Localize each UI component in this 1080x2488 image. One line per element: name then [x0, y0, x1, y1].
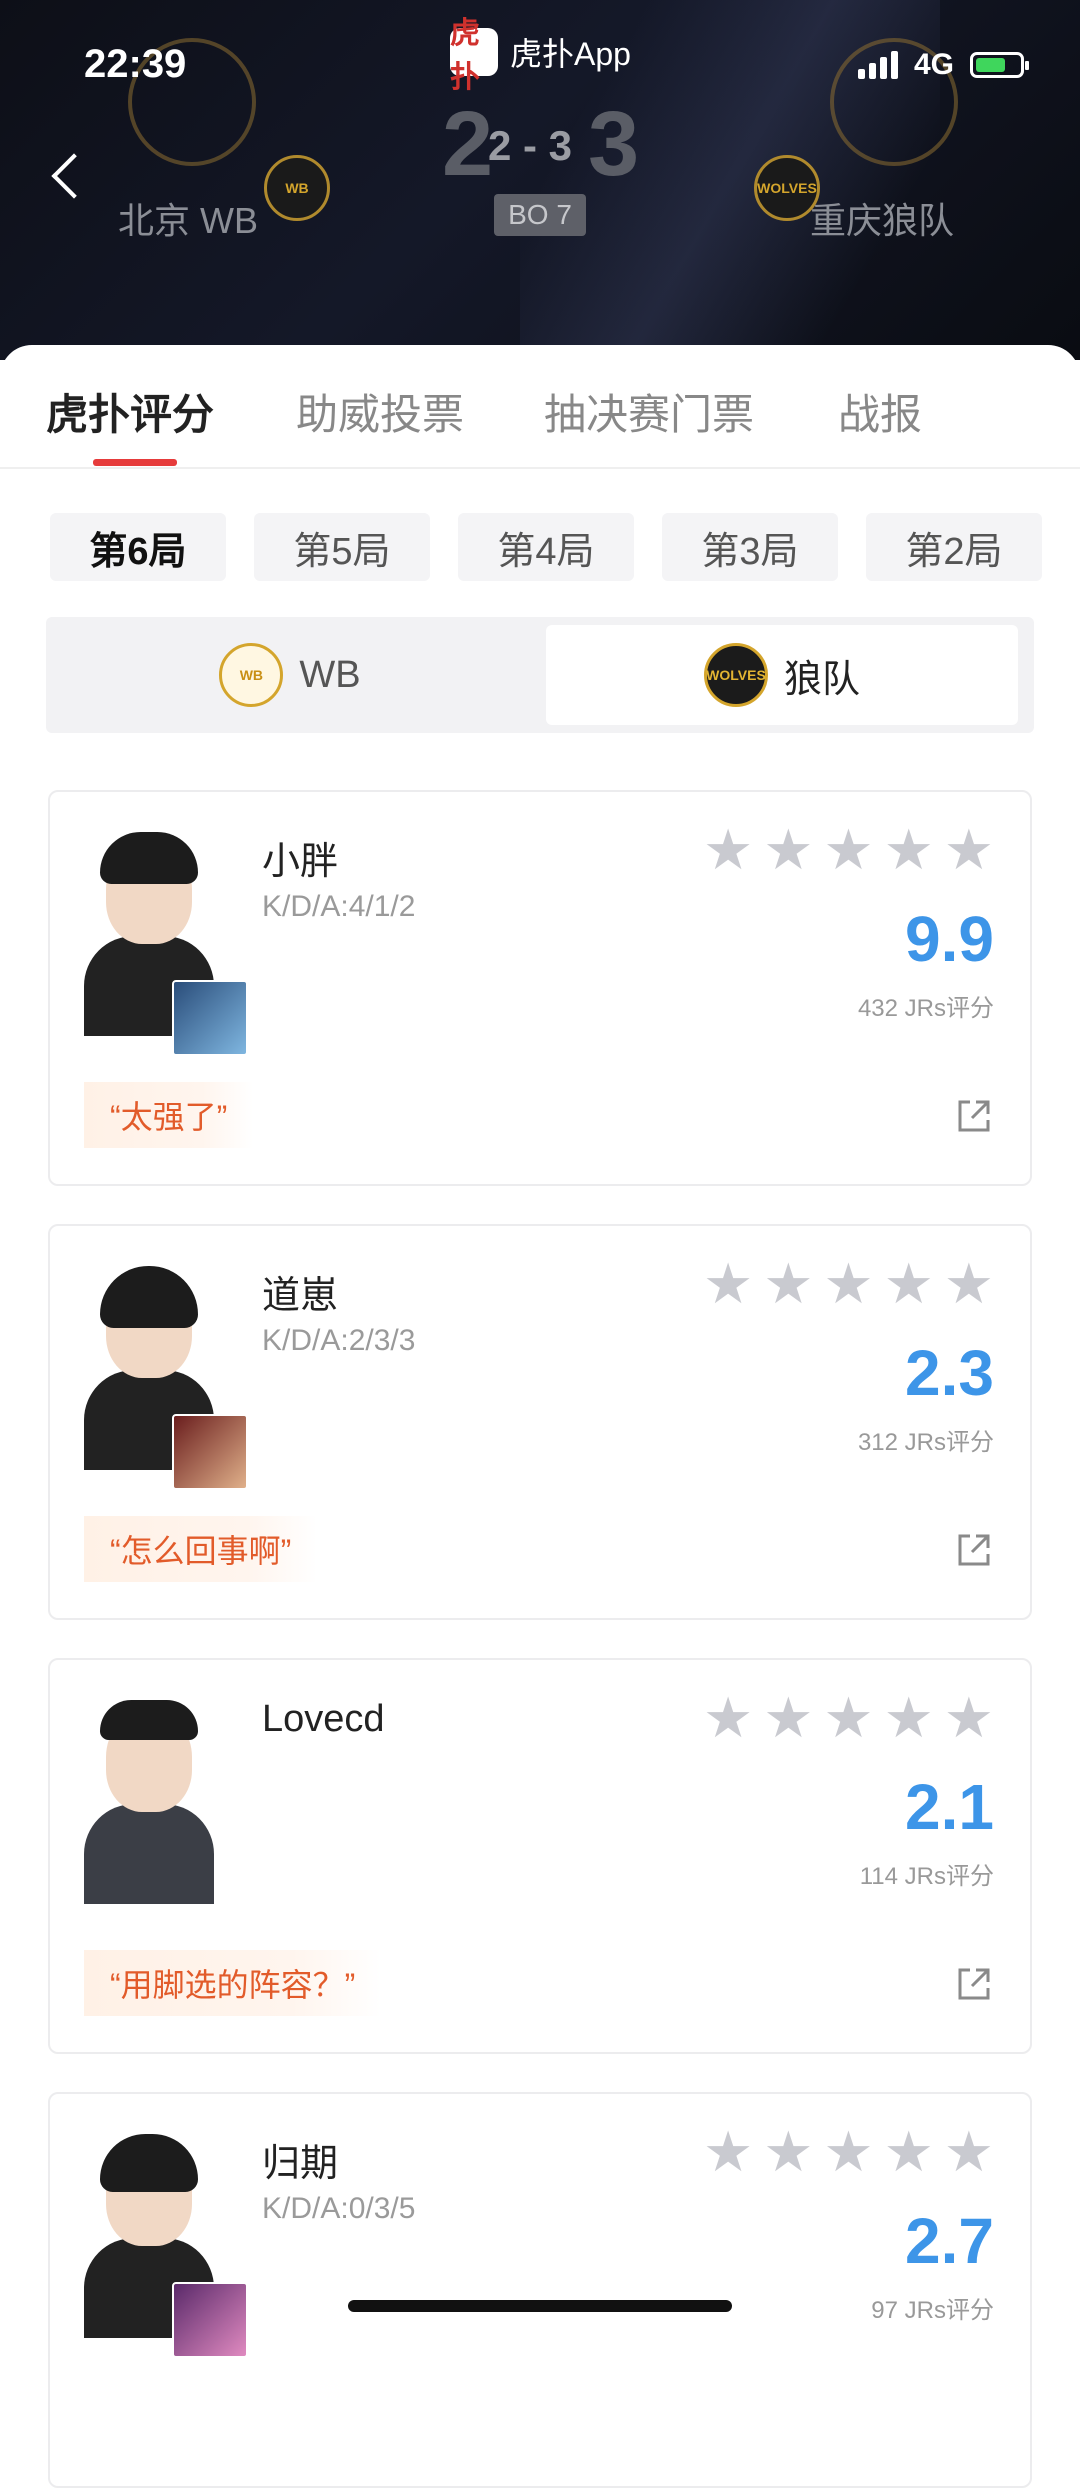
series-score: 2 - 3 [488, 122, 573, 169]
game-4-button[interactable]: 第4局 [458, 513, 634, 581]
app-name: 虎扑App [510, 36, 631, 72]
team-option-label: WB [299, 653, 361, 696]
team-option-wb[interactable]: WB WB [54, 625, 526, 725]
home-score-large: 2 [442, 93, 494, 195]
game-3-button[interactable]: 第3局 [662, 513, 838, 581]
coach-avatar [84, 1694, 214, 1904]
team-switch: WB WB WOLVES 狼队 [46, 617, 1034, 733]
top-comment[interactable]: “用脚选的阵容？” [84, 1950, 382, 2016]
star-icon[interactable]: ★ [823, 1256, 873, 1312]
hero-icon [172, 2282, 248, 2358]
player-score: 2.1 [905, 1771, 994, 1843]
rating-stars[interactable]: ★ ★ ★ ★ ★ [703, 1690, 994, 1746]
star-icon[interactable]: ★ [823, 2124, 873, 2180]
rating-stars[interactable]: ★ ★ ★ ★ ★ [703, 2124, 994, 2180]
star-icon[interactable]: ★ [884, 1256, 934, 1312]
star-icon[interactable]: ★ [823, 822, 873, 878]
star-icon[interactable]: ★ [703, 1256, 753, 1312]
app-badge[interactable]: 虎扑 虎扑App [450, 17, 631, 94]
share-icon[interactable] [956, 1532, 992, 1568]
home-indicator[interactable] [348, 2300, 732, 2312]
tab-final-tickets[interactable]: 抽决赛门票 [544, 381, 754, 442]
share-icon[interactable] [956, 1966, 992, 2002]
rating-stars[interactable]: ★ ★ ★ ★ ★ [703, 822, 994, 878]
player-kda: K/D/A:0/3/5 [262, 2192, 416, 2225]
star-icon[interactable]: ★ [763, 2124, 813, 2180]
vote-count: 114 JRs评分 [859, 1863, 994, 1890]
player-score: 2.7 [905, 2205, 994, 2277]
star-icon[interactable]: ★ [944, 2124, 994, 2180]
player-card[interactable]: 归期 K/D/A:0/3/5 ★ ★ ★ ★ ★ 2.7 97 JRs评分 [48, 2092, 1032, 2488]
star-icon[interactable]: ★ [944, 1690, 994, 1746]
tab-hupu-rating[interactable]: 虎扑评分 [46, 381, 214, 442]
hero-icon [172, 980, 248, 1056]
vote-count: 97 JRs评分 [871, 2297, 994, 2324]
match-format-badge: BO 7 [494, 194, 586, 236]
vote-count: 432 JRs评分 [857, 995, 994, 1022]
player-name: 道崽 [262, 1275, 339, 1317]
star-icon[interactable]: ★ [823, 1690, 873, 1746]
network-type: 4G [913, 48, 954, 81]
tab-cheer-vote[interactable]: 助威投票 [296, 381, 464, 442]
player-kda: K/D/A:2/3/3 [262, 1324, 416, 1357]
star-icon[interactable]: ★ [763, 1256, 813, 1312]
vote-count: 312 JRs评分 [857, 1429, 994, 1456]
star-icon[interactable]: ★ [763, 1690, 813, 1746]
rating-stars[interactable]: ★ ★ ★ ★ ★ [703, 1256, 994, 1312]
match-header: 22:39 虎扑 虎扑App 4G 北京 WB WB 2 2 - 3 3 BO … [0, 0, 1080, 360]
content-sheet: 虎扑评分 助威投票 抽决赛门票 战报 第6局 第5局 第4局 第3局 第2局 W… [0, 345, 1080, 2488]
top-comment[interactable]: “太强了” [84, 1082, 254, 1148]
player-score: 2.3 [905, 1337, 994, 1409]
game-2-button[interactable]: 第2局 [866, 513, 1042, 581]
player-card[interactable]: 小胖 K/D/A:4/1/2 ★ ★ ★ ★ ★ 9.9 432 JRs评分 “… [48, 790, 1032, 1186]
player-score: 9.9 [905, 903, 994, 975]
star-icon[interactable]: ★ [703, 822, 753, 878]
status-indicators: 4G [857, 48, 1029, 82]
wolves-logo-icon: WOLVES [703, 643, 768, 707]
active-tab-indicator [93, 459, 177, 466]
player-name: Lovecd [262, 1698, 385, 1740]
share-icon[interactable] [956, 1098, 992, 1134]
tab-match-report[interactable]: 战报 [838, 381, 922, 442]
player-card[interactable]: Lovecd ★ ★ ★ ★ ★ 2.1 114 JRs评分 “用脚选的阵容？” [48, 1658, 1032, 2054]
signal-icon [857, 51, 898, 79]
star-icon[interactable]: ★ [703, 1690, 753, 1746]
game-6-button[interactable]: 第6局 [50, 513, 226, 581]
star-icon[interactable]: ★ [884, 822, 934, 878]
star-icon[interactable]: ★ [944, 1256, 994, 1312]
home-team-name: 北京 WB [118, 200, 258, 241]
player-name: 小胖 [262, 841, 339, 883]
top-comment[interactable]: “怎么回事啊” [84, 1516, 318, 1582]
player-kda: K/D/A:4/1/2 [262, 890, 416, 923]
player-name: 归期 [262, 2143, 339, 2185]
star-icon[interactable]: ★ [763, 822, 813, 878]
team-option-wolves[interactable]: WOLVES 狼队 [546, 625, 1018, 725]
game-selector: 第6局 第5局 第4局 第3局 第2局 [50, 513, 1042, 581]
away-score-large: 3 [588, 93, 640, 195]
star-icon[interactable]: ★ [884, 2124, 934, 2180]
hero-icon [172, 1414, 248, 1490]
game-5-button[interactable]: 第5局 [254, 513, 430, 581]
status-time: 22:39 [84, 42, 187, 86]
home-team-logo: WB [264, 155, 330, 221]
hupu-app-icon: 虎扑 [450, 17, 498, 94]
star-icon[interactable]: ★ [944, 822, 994, 878]
away-team-name: 重庆狼队 [810, 200, 955, 241]
tab-bar: 虎扑评分 助威投票 抽决赛门票 战报 [0, 345, 1080, 469]
team-option-label: 狼队 [783, 658, 860, 701]
back-icon[interactable] [51, 153, 97, 199]
star-icon[interactable]: ★ [703, 2124, 753, 2180]
player-card[interactable]: 道崽 K/D/A:2/3/3 ★ ★ ★ ★ ★ 2.3 312 JRs评分 “… [48, 1224, 1032, 1620]
wb-logo-icon: WB [219, 643, 284, 707]
star-icon[interactable]: ★ [884, 1690, 934, 1746]
battery-icon [970, 52, 1029, 78]
